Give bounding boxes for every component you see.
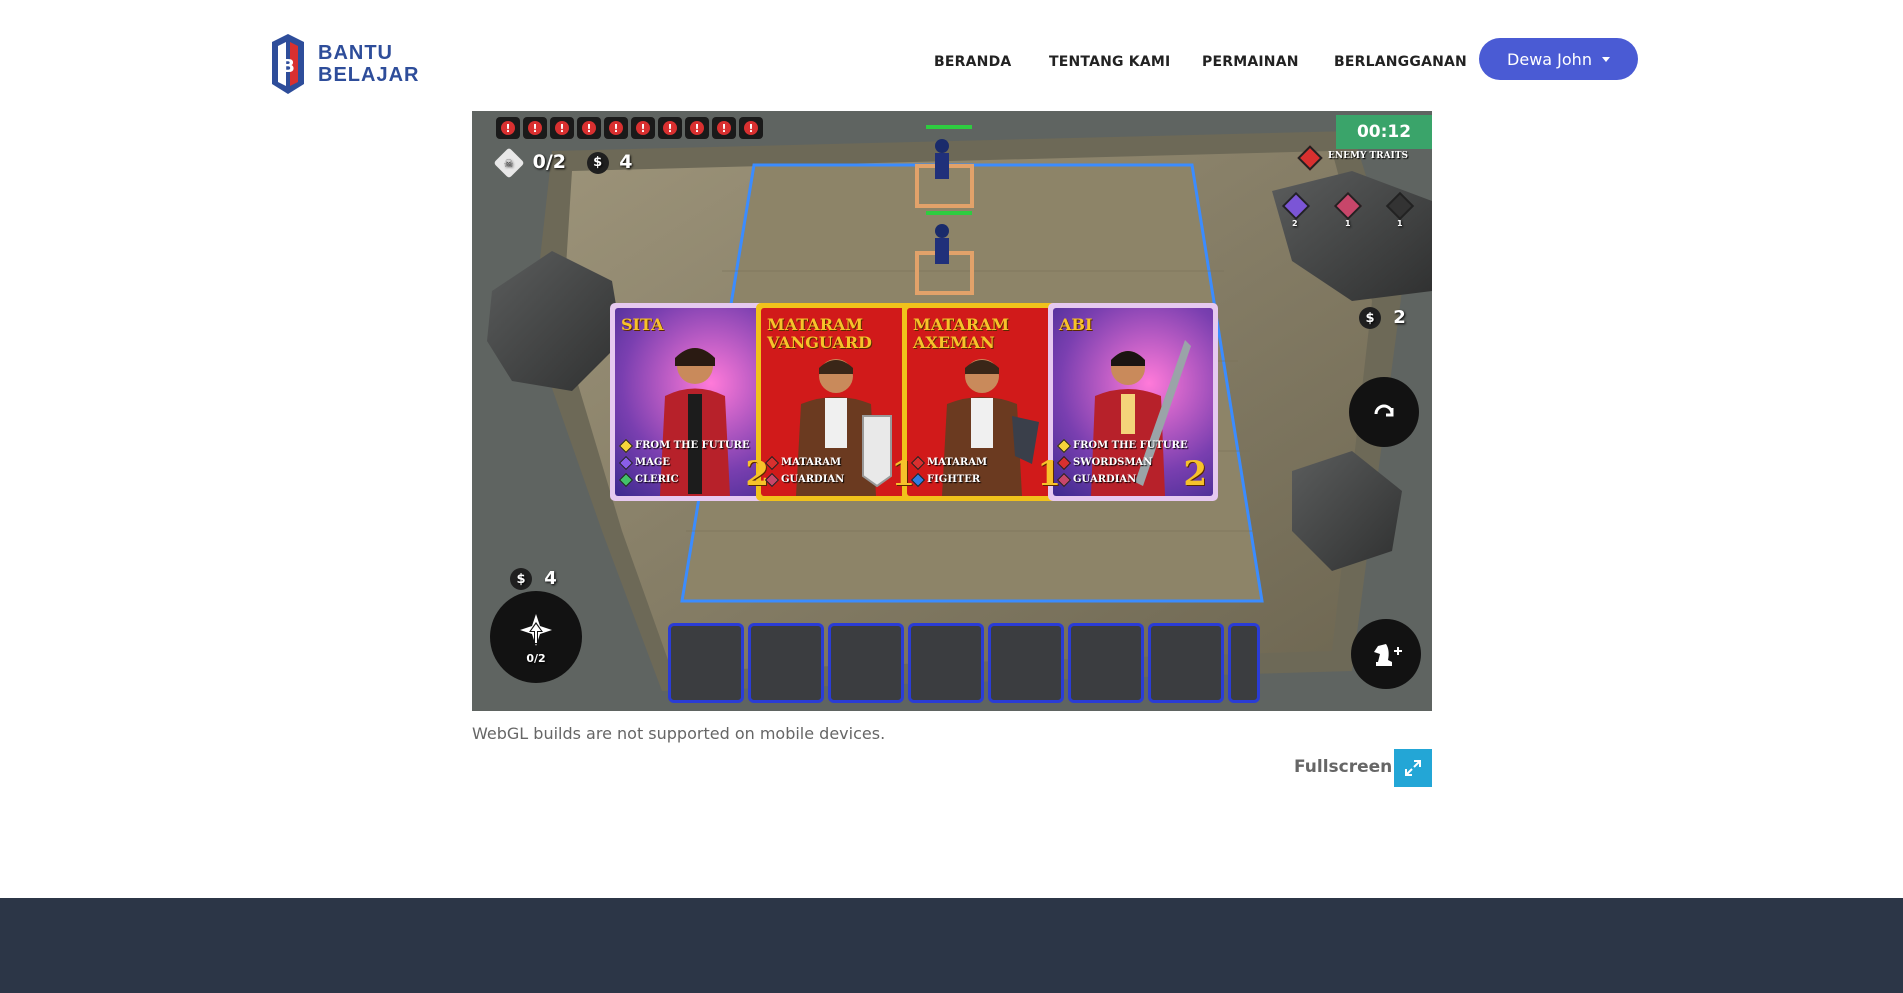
level-cost: $ 4 [510, 568, 557, 590]
shop-card-mataram-axeman[interactable]: MATARAM AXEMAN MATARAM FIGHTER 1 [902, 303, 1072, 501]
alert-icon: ! [604, 117, 628, 139]
alert-icon: ! [739, 117, 763, 139]
alert-icon: ! [550, 117, 574, 139]
card-art: MATARAM VANGUARD MATARAM GUARDIAN 1 [761, 308, 921, 496]
enemy-trait-count: 1 [1345, 219, 1351, 228]
bench-slot[interactable] [668, 623, 744, 703]
card-name: SITA [621, 315, 664, 334]
card-name: MATARAM VANGUARD [767, 315, 872, 352]
logo-icon: B [272, 34, 304, 94]
shop-card-sita[interactable]: SITA FROM THE FUTURE MAGE CLERIC 2 [610, 303, 780, 501]
chevron-down-icon [1601, 56, 1610, 62]
card-cost: 2 [745, 454, 769, 494]
sparkle-up-icon [520, 613, 552, 646]
level-cost-value: 4 [544, 568, 557, 589]
svg-text:B: B [281, 56, 295, 77]
webgl-notice: WebGL builds are not supported on mobile… [472, 724, 886, 743]
footer [0, 898, 1903, 993]
unit-bench [668, 623, 1260, 709]
refresh-icon [1374, 404, 1394, 417]
alert-bar: ! ! ! ! ! ! ! ! ! ! [496, 117, 763, 139]
enemy-traits-label: ENEMY TRAITS [1328, 151, 1409, 161]
brand-name: BANTU BELAJAR [318, 42, 419, 86]
alert-icon: ! [631, 117, 655, 139]
card-name: ABI [1059, 315, 1093, 334]
card-trait: FIGHTER [910, 471, 987, 488]
alert-icon: ! [577, 117, 601, 139]
alert-icon: ! [523, 117, 547, 139]
nav-item-permainan[interactable]: PERMAINAN [1202, 54, 1299, 70]
shop-cards: SITA FROM THE FUTURE MAGE CLERIC 2 MATAR… [610, 303, 1310, 503]
nav-item-tentang-kami[interactable]: TENTANG KAMI [1049, 54, 1170, 70]
coin-icon: $ [1359, 307, 1381, 329]
card-trait: MATARAM [910, 454, 987, 471]
card-cost: 1 [1037, 454, 1061, 494]
enemy-trait-count: 1 [1397, 219, 1403, 228]
card-traits: MATARAM FIGHTER [910, 454, 987, 488]
card-trait: FROM THE FUTURE [618, 437, 750, 454]
alert-icon: ! [685, 117, 709, 139]
card-trait: MAGE [618, 454, 750, 471]
skull-icon: ☠ [493, 146, 525, 179]
reroll-cost: $ 2 [1359, 307, 1406, 329]
alert-icon: ! [658, 117, 682, 139]
alert-icon: ! [496, 117, 520, 139]
knight-plus-icon [1374, 644, 1402, 666]
alert-icon: ! [712, 117, 736, 139]
nav-item-berlangganan[interactable]: BERLANGGANAN [1334, 54, 1467, 70]
card-trait: FROM THE FUTURE [1056, 437, 1188, 454]
level-up-button[interactable]: 0/2 [490, 591, 582, 683]
bench-slot[interactable] [988, 623, 1064, 703]
card-traits: MATARAM GUARDIAN [764, 454, 844, 488]
reroll-button[interactable] [1349, 377, 1419, 447]
card-name: MATARAM AXEMAN [913, 315, 1010, 352]
add-unit-button[interactable] [1351, 619, 1421, 689]
brand-line1: BANTU [318, 42, 393, 64]
coin-icon: $ [510, 568, 532, 590]
bench-slot[interactable] [1148, 623, 1224, 703]
card-trait: GUARDIAN [764, 471, 844, 488]
brand-logo[interactable]: B BANTU BELAJAR [266, 32, 419, 96]
game-canvas[interactable]: ! ! ! ! ! ! ! ! ! ! ☠ 0/2 $ 4 00:12 ENEM… [472, 111, 1432, 711]
bench-slot[interactable] [748, 623, 824, 703]
fullscreen-button[interactable] [1394, 749, 1432, 787]
fullscreen-label[interactable]: Fullscreen [1294, 757, 1392, 777]
coin-icon: $ [586, 151, 609, 174]
card-art: ABI FROM THE FUTURE SWORDSMAN GUARDIAN 2 [1053, 308, 1213, 496]
card-traits: FROM THE FUTURE SWORDSMAN GUARDIAN [1056, 437, 1188, 488]
card-trait: SWORDSMAN [1056, 454, 1188, 471]
gold-amount: 4 [619, 151, 633, 173]
bench-slot[interactable] [908, 623, 984, 703]
shop-card-abi[interactable]: ABI FROM THE FUTURE SWORDSMAN GUARDIAN 2 [1048, 303, 1218, 501]
reroll-cost-value: 2 [1393, 307, 1406, 328]
nav-item-beranda[interactable]: BERANDA [934, 54, 1011, 70]
card-art: SITA FROM THE FUTURE MAGE CLERIC 2 [615, 308, 775, 496]
user-name: Dewa John [1507, 49, 1592, 69]
navbar: B BANTU BELAJAR BERANDA TENTANG KAMI PER… [0, 0, 1903, 110]
brand-line2: BELAJAR [318, 64, 420, 86]
expand-icon [1405, 760, 1421, 776]
user-menu-button[interactable]: Dewa John [1479, 38, 1638, 80]
bench-slot[interactable] [828, 623, 904, 703]
units-counter: ☠ 0/2 $ 4 [493, 146, 633, 179]
bench-slot[interactable] [1228, 623, 1260, 703]
card-trait: CLERIC [618, 471, 750, 488]
round-timer: 00:12 [1336, 115, 1432, 149]
card-trait: GUARDIAN [1056, 471, 1188, 488]
level-progress: 0/2 [526, 651, 546, 665]
card-art: MATARAM AXEMAN MATARAM FIGHTER 1 [907, 308, 1067, 496]
card-trait: MATARAM [764, 454, 844, 471]
units-count: 0/2 [532, 151, 567, 173]
enemy-trait-count: 2 [1292, 219, 1298, 228]
bench-slot[interactable] [1068, 623, 1144, 703]
card-cost: 2 [1183, 454, 1207, 494]
card-cost: 1 [891, 454, 915, 494]
card-traits: FROM THE FUTURE MAGE CLERIC [618, 437, 750, 488]
shop-card-mataram-vanguard[interactable]: MATARAM VANGUARD MATARAM GUARDIAN 1 [756, 303, 926, 501]
